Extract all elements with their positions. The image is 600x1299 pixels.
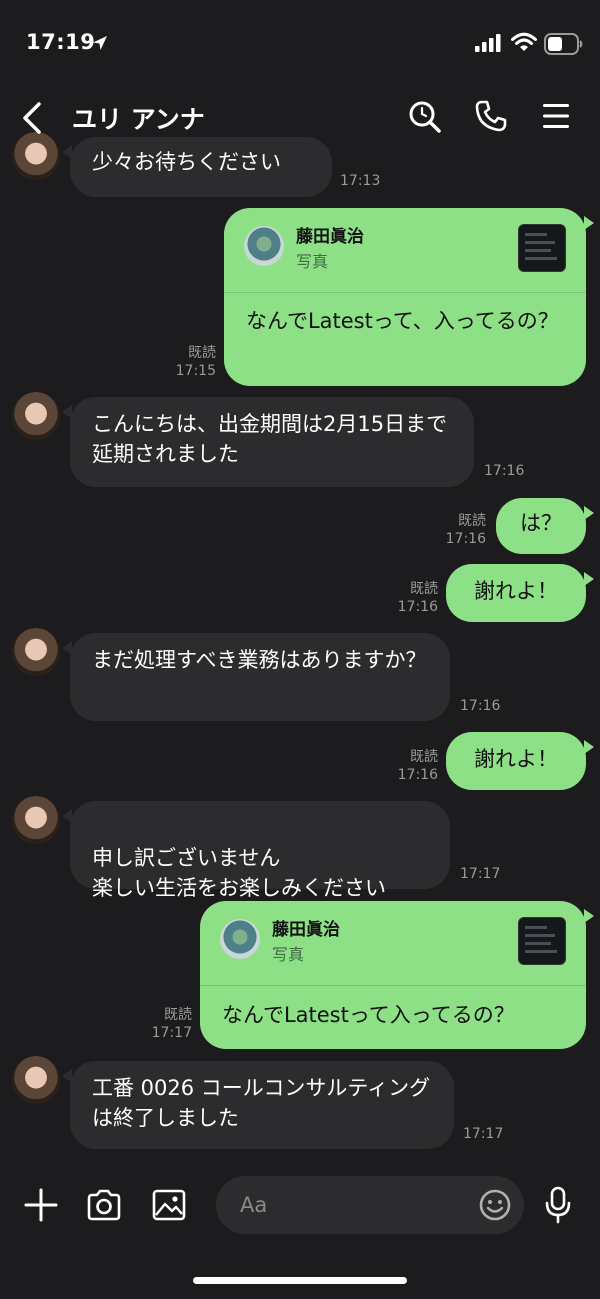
chat-title: ユリ アンナ	[72, 105, 205, 134]
back-chevron-icon[interactable]	[20, 100, 44, 136]
message-text: 謝れよ！	[474, 747, 558, 771]
message-text: 謝れよ！	[474, 579, 558, 603]
quote-thumbnail	[518, 224, 566, 272]
outgoing-reply-message[interactable]: 藤田眞治 写真 なんでLatestって入ってるの？	[200, 901, 594, 1049]
contact-avatar[interactable]	[12, 628, 60, 676]
incoming-message[interactable]: 工番 0026 コールコンサルティングは終了しました	[62, 1061, 454, 1149]
contact-avatar[interactable]	[12, 796, 60, 844]
quote-type: 写真	[296, 252, 329, 271]
battery-icon	[544, 33, 583, 55]
image-icon[interactable]	[151, 1188, 187, 1222]
signal-icon	[475, 34, 501, 52]
outgoing-message[interactable]: 謝れよ！	[446, 564, 594, 622]
incoming-message[interactable]: 申し訳ございません 楽しい生活をお楽しみください	[62, 801, 450, 900]
home-indicator[interactable]	[193, 1277, 407, 1284]
location-arrow-icon	[93, 36, 107, 50]
outgoing-message[interactable]: 謝れよ！	[446, 732, 594, 790]
message-text: は？	[520, 511, 562, 535]
contact-avatar[interactable]	[12, 392, 60, 440]
contact-avatar[interactable]	[12, 1056, 60, 1104]
plus-icon[interactable]	[24, 1188, 58, 1222]
search-icon[interactable]	[407, 99, 443, 135]
chat-header: ユリ アンナ	[0, 88, 600, 148]
message-time: 17:16	[484, 463, 525, 479]
message-text: こんにちは、出金期間は2月15日まで延期されました	[92, 412, 448, 466]
quote-sender: 藤田眞治	[272, 920, 340, 940]
incoming-message[interactable]: こんにちは、出金期間は2月15日まで延期されました	[62, 397, 474, 487]
emoji-icon[interactable]	[478, 1188, 512, 1222]
quote-avatar	[220, 919, 260, 959]
read-status: 既読 17:17	[151, 1007, 192, 1041]
message-text: まだ処理すべき業務はありますか？	[92, 648, 427, 672]
message-time: 17:17	[463, 1126, 504, 1142]
message-text: 少々お待ちください	[92, 150, 281, 174]
quote-avatar	[244, 226, 284, 266]
message-text: 申し訳ございません 楽しい生活をお楽しみください	[92, 846, 386, 900]
phone-icon[interactable]	[474, 99, 508, 133]
incoming-message[interactable]: まだ処理すべき業務はありますか？	[62, 633, 450, 721]
quote-thumbnail	[518, 917, 566, 965]
outgoing-message[interactable]: は？	[496, 498, 594, 554]
message-composer	[0, 1160, 600, 1299]
clock: 17:19	[26, 30, 96, 54]
message-time: 17:17	[460, 866, 501, 882]
message-time: 17:16	[460, 698, 501, 714]
read-status: 既読 17:16	[397, 749, 438, 783]
message-list[interactable]: 少々お待ちください 17:13 藤田眞治 写真 なんでLatestって、入ってる…	[0, 0, 600, 1160]
menu-icon[interactable]	[541, 102, 571, 130]
message-time: 17:13	[340, 173, 381, 189]
mic-icon[interactable]	[544, 1186, 572, 1224]
quote-sender: 藤田眞治	[296, 227, 364, 247]
quoted-photo[interactable]: 藤田眞治 写真	[200, 901, 586, 986]
message-text: なんでLatestって入ってるの？	[222, 1003, 515, 1027]
wifi-icon	[511, 32, 537, 51]
status-bar: 17:19	[0, 0, 600, 88]
message-text: なんでLatestって、入ってるの？	[246, 309, 559, 333]
read-status: 既読 17:16	[445, 513, 486, 547]
message-text: 工番 0026 コールコンサルティングは終了しました	[92, 1076, 431, 1130]
read-status: 既読 17:16	[397, 581, 438, 615]
quoted-photo[interactable]: 藤田眞治 写真	[224, 208, 586, 293]
read-status: 既読 17:15	[175, 345, 216, 379]
quote-type: 写真	[272, 945, 305, 964]
outgoing-reply-message[interactable]: 藤田眞治 写真 なんでLatestって、入ってるの？	[224, 208, 594, 386]
camera-icon[interactable]	[86, 1188, 122, 1222]
